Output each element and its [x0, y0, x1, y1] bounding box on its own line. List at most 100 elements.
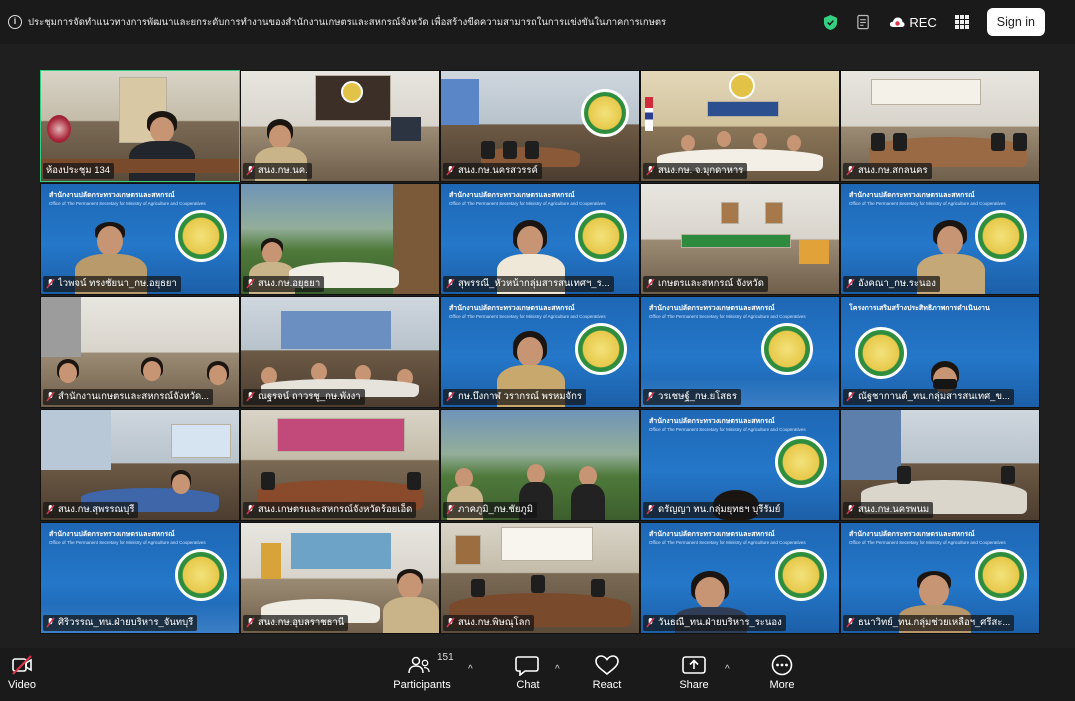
- participant-name: ศิริวรรณ_ทน.ฝ่ายบริหาร_จันทบุรี: [58, 617, 194, 628]
- share-icon: [682, 656, 706, 674]
- video-off-icon: [12, 655, 32, 675]
- participant-tile[interactable]: สนง.กษ.พิษณุโลก: [440, 522, 640, 634]
- participant-name: เกษตรและสหกรณ์ จังหวัด: [658, 278, 764, 289]
- participants-menu-caret[interactable]: ^: [468, 664, 473, 675]
- participant-tile[interactable]: สำนักงานปลัดกระทรวงเกษตรและสหกรณ์ Office…: [40, 183, 240, 295]
- participant-name: สนง.เกษตรและสหกรณ์จังหวัดร้อยเอ็ด: [258, 504, 413, 515]
- react-button[interactable]: React: [592, 654, 622, 691]
- muted-mic-icon: [46, 617, 55, 628]
- muted-mic-icon: [46, 278, 55, 289]
- participant-tile[interactable]: ภาคภูมิ_กษ.ชัยภูมิ: [440, 409, 640, 521]
- chair: [503, 140, 517, 159]
- participants-button[interactable]: 151 Participants: [392, 652, 453, 691]
- participant-tile[interactable]: สนง.กษ.อุบลราชธานี: [240, 522, 440, 634]
- participant-tile[interactable]: สนง.กษ. จ.มุกดาหาร: [640, 70, 840, 182]
- virtual-bg-subtitle: Office of The Permanent Secretary for Mi…: [649, 427, 806, 432]
- participant-name-tag: สนง.กษ.นครพนม: [843, 501, 934, 518]
- wall-sign: [681, 234, 791, 248]
- record-button[interactable]: REC: [889, 14, 937, 30]
- chair: [261, 471, 275, 490]
- participant-name-tag: อังคณา_กษ.ระนอง: [843, 275, 940, 292]
- participant-name: สนง.กษ.พิษณุโลก: [458, 617, 531, 628]
- participant-tile[interactable]: สนง.กษ.สกลนคร: [840, 70, 1040, 182]
- participant-tile[interactable]: สนง.กษ.นครสวรรค์: [440, 70, 640, 182]
- participant-name: วันธณี_ทน.ฝ่ายบริหาร_ระนอง: [658, 617, 782, 628]
- participant-tile[interactable]: สนง.เกษตรและสหกรณ์จังหวัดร้อยเอ็ด: [240, 409, 440, 521]
- chat-label: Chat: [516, 679, 540, 691]
- share-label: Share: [679, 679, 709, 691]
- chat-button[interactable]: Chat: [513, 654, 543, 691]
- participant-name-tag: สนง.กษ.อุบลราชธานี: [243, 614, 349, 631]
- participant-tile[interactable]: สำนักงานปลัดกระทรวงเกษตรและสหกรณ์ Office…: [40, 522, 240, 634]
- participant-tile[interactable]: สำนักงานเกษตรและสหกรณ์จังหวัด...: [40, 296, 240, 408]
- chat-menu-caret[interactable]: ^: [555, 664, 560, 675]
- flag: [645, 97, 653, 131]
- muted-mic-icon: [646, 391, 655, 402]
- emblem-logo: [575, 323, 627, 375]
- muted-mic-icon: [446, 165, 455, 176]
- flag: [261, 543, 281, 579]
- participant-tile[interactable]: สำนักงานปลัดกระทรวงเกษตรและสหกรณ์ Office…: [840, 183, 1040, 295]
- participant-tile[interactable]: สนง.กษ.อยุธยา: [240, 183, 440, 295]
- participant-tile[interactable]: ห้องประชุม 134: [40, 70, 240, 182]
- record-label: REC: [909, 14, 937, 30]
- sign-in-button[interactable]: Sign in: [986, 8, 1045, 36]
- participant-grid: ห้องประชุม 134 สนง.กษ.นค. สนง.กษ.นครสวรร…: [40, 70, 1040, 634]
- emblem-logo: [581, 89, 629, 137]
- window: [41, 297, 81, 357]
- more-button[interactable]: More: [767, 654, 797, 691]
- info-icon[interactable]: i: [8, 15, 22, 29]
- video-button[interactable]: Video: [8, 654, 36, 691]
- muted-mic-icon: [246, 165, 255, 176]
- participant-name: วรเชษฐ์_กษ.ยโสธร: [658, 391, 737, 402]
- participant-tile[interactable]: สนง.กษ.สุพรรณบุรี: [40, 409, 240, 521]
- participant-tile[interactable]: เกษตรและสหกรณ์ จังหวัด: [640, 183, 840, 295]
- muted-mic-icon: [846, 504, 855, 515]
- participant-name: สนง.กษ.สุพรรณบุรี: [58, 504, 135, 515]
- record-cloud-icon: [890, 17, 905, 27]
- chair: [991, 132, 1005, 151]
- virtual-bg-subtitle: Office of The Permanent Secretary for Mi…: [849, 201, 1006, 206]
- muted-mic-icon: [246, 391, 255, 402]
- virtual-bg-subtitle: Office of The Permanent Secretary for Mi…: [649, 314, 806, 319]
- participant-name: ดรัญญา ทน.กลุ่มยุทธฯ บุรีรัมย์: [658, 504, 781, 515]
- share-button[interactable]: Share: [679, 654, 709, 691]
- banner-wall: [277, 418, 405, 452]
- participant-tile[interactable]: ณฐรจน์ ถาวรชู_กษ.พังงา: [240, 296, 440, 408]
- participant-tile[interactable]: สำนักงานปลัดกระทรวงเกษตรและสหกรณ์ Office…: [440, 296, 640, 408]
- shield-icon[interactable]: [823, 14, 838, 31]
- more-label: More: [769, 679, 795, 691]
- participant-tile[interactable]: สำนักงานปลัดกระทรวงเกษตรและสหกรณ์ Office…: [440, 183, 640, 295]
- notes-icon[interactable]: [856, 14, 871, 31]
- muted-mic-icon: [846, 165, 855, 176]
- participant-tile[interactable]: สนง.กษ.นค.: [240, 70, 440, 182]
- window: [41, 410, 111, 470]
- share-menu-caret[interactable]: ^: [725, 664, 730, 675]
- participant-name: ณัฐชากานต์_ทน.กลุ่มสารสนเทศ_ข...: [858, 391, 1010, 402]
- muted-mic-icon: [46, 504, 55, 515]
- apps-grid-icon[interactable]: [954, 15, 969, 29]
- muted-mic-icon: [646, 165, 655, 176]
- emblem-logo: [775, 549, 827, 601]
- chair: [481, 140, 495, 159]
- participant-tile[interactable]: สำนักงานปลัดกระทรวงเกษตรและสหกรณ์ Office…: [840, 522, 1040, 634]
- chair: [871, 132, 885, 151]
- participant-name: กษ.บึงกาฬ วรากรณ์ พรหมจักร: [458, 391, 582, 402]
- participant-tile[interactable]: สนง.กษ.นครพนม: [840, 409, 1040, 521]
- participant-name-tag: ห้องประชุม 134: [43, 162, 115, 179]
- emblem-logo: [575, 210, 627, 262]
- participant-name-tag: สนง.กษ. จ.มุกดาหาร: [643, 162, 748, 179]
- more-icon: [771, 654, 793, 676]
- virtual-bg-subtitle: Office of The Permanent Secretary for Mi…: [449, 201, 606, 206]
- participant-tile[interactable]: สำนักงานปลัดกระทรวงเกษตรและสหกรณ์ Office…: [640, 296, 840, 408]
- participant-tile[interactable]: สำนักงานปลัดกระทรวงเกษตรและสหกรณ์ Office…: [640, 522, 840, 634]
- participant-tile[interactable]: โครงการเสริมสร้างประสิทธิภาพการดำเนินงาน…: [840, 296, 1040, 408]
- chair: [407, 471, 421, 490]
- muted-mic-icon: [646, 504, 655, 515]
- flowers: [799, 240, 829, 264]
- participant-name: สนง.กษ. จ.มุกดาหาร: [658, 165, 744, 176]
- participant-name-tag: สนง.กษ.สกลนคร: [843, 162, 932, 179]
- participant-name-tag: สนง.กษ.พิษณุโลก: [443, 614, 535, 631]
- participant-name-tag: ณัฐชากานต์_ทน.กลุ่มสารสนเทศ_ข...: [843, 388, 1014, 405]
- participant-tile[interactable]: สำนักงานปลัดกระทรวงเกษตรและสหกรณ์ Office…: [640, 409, 840, 521]
